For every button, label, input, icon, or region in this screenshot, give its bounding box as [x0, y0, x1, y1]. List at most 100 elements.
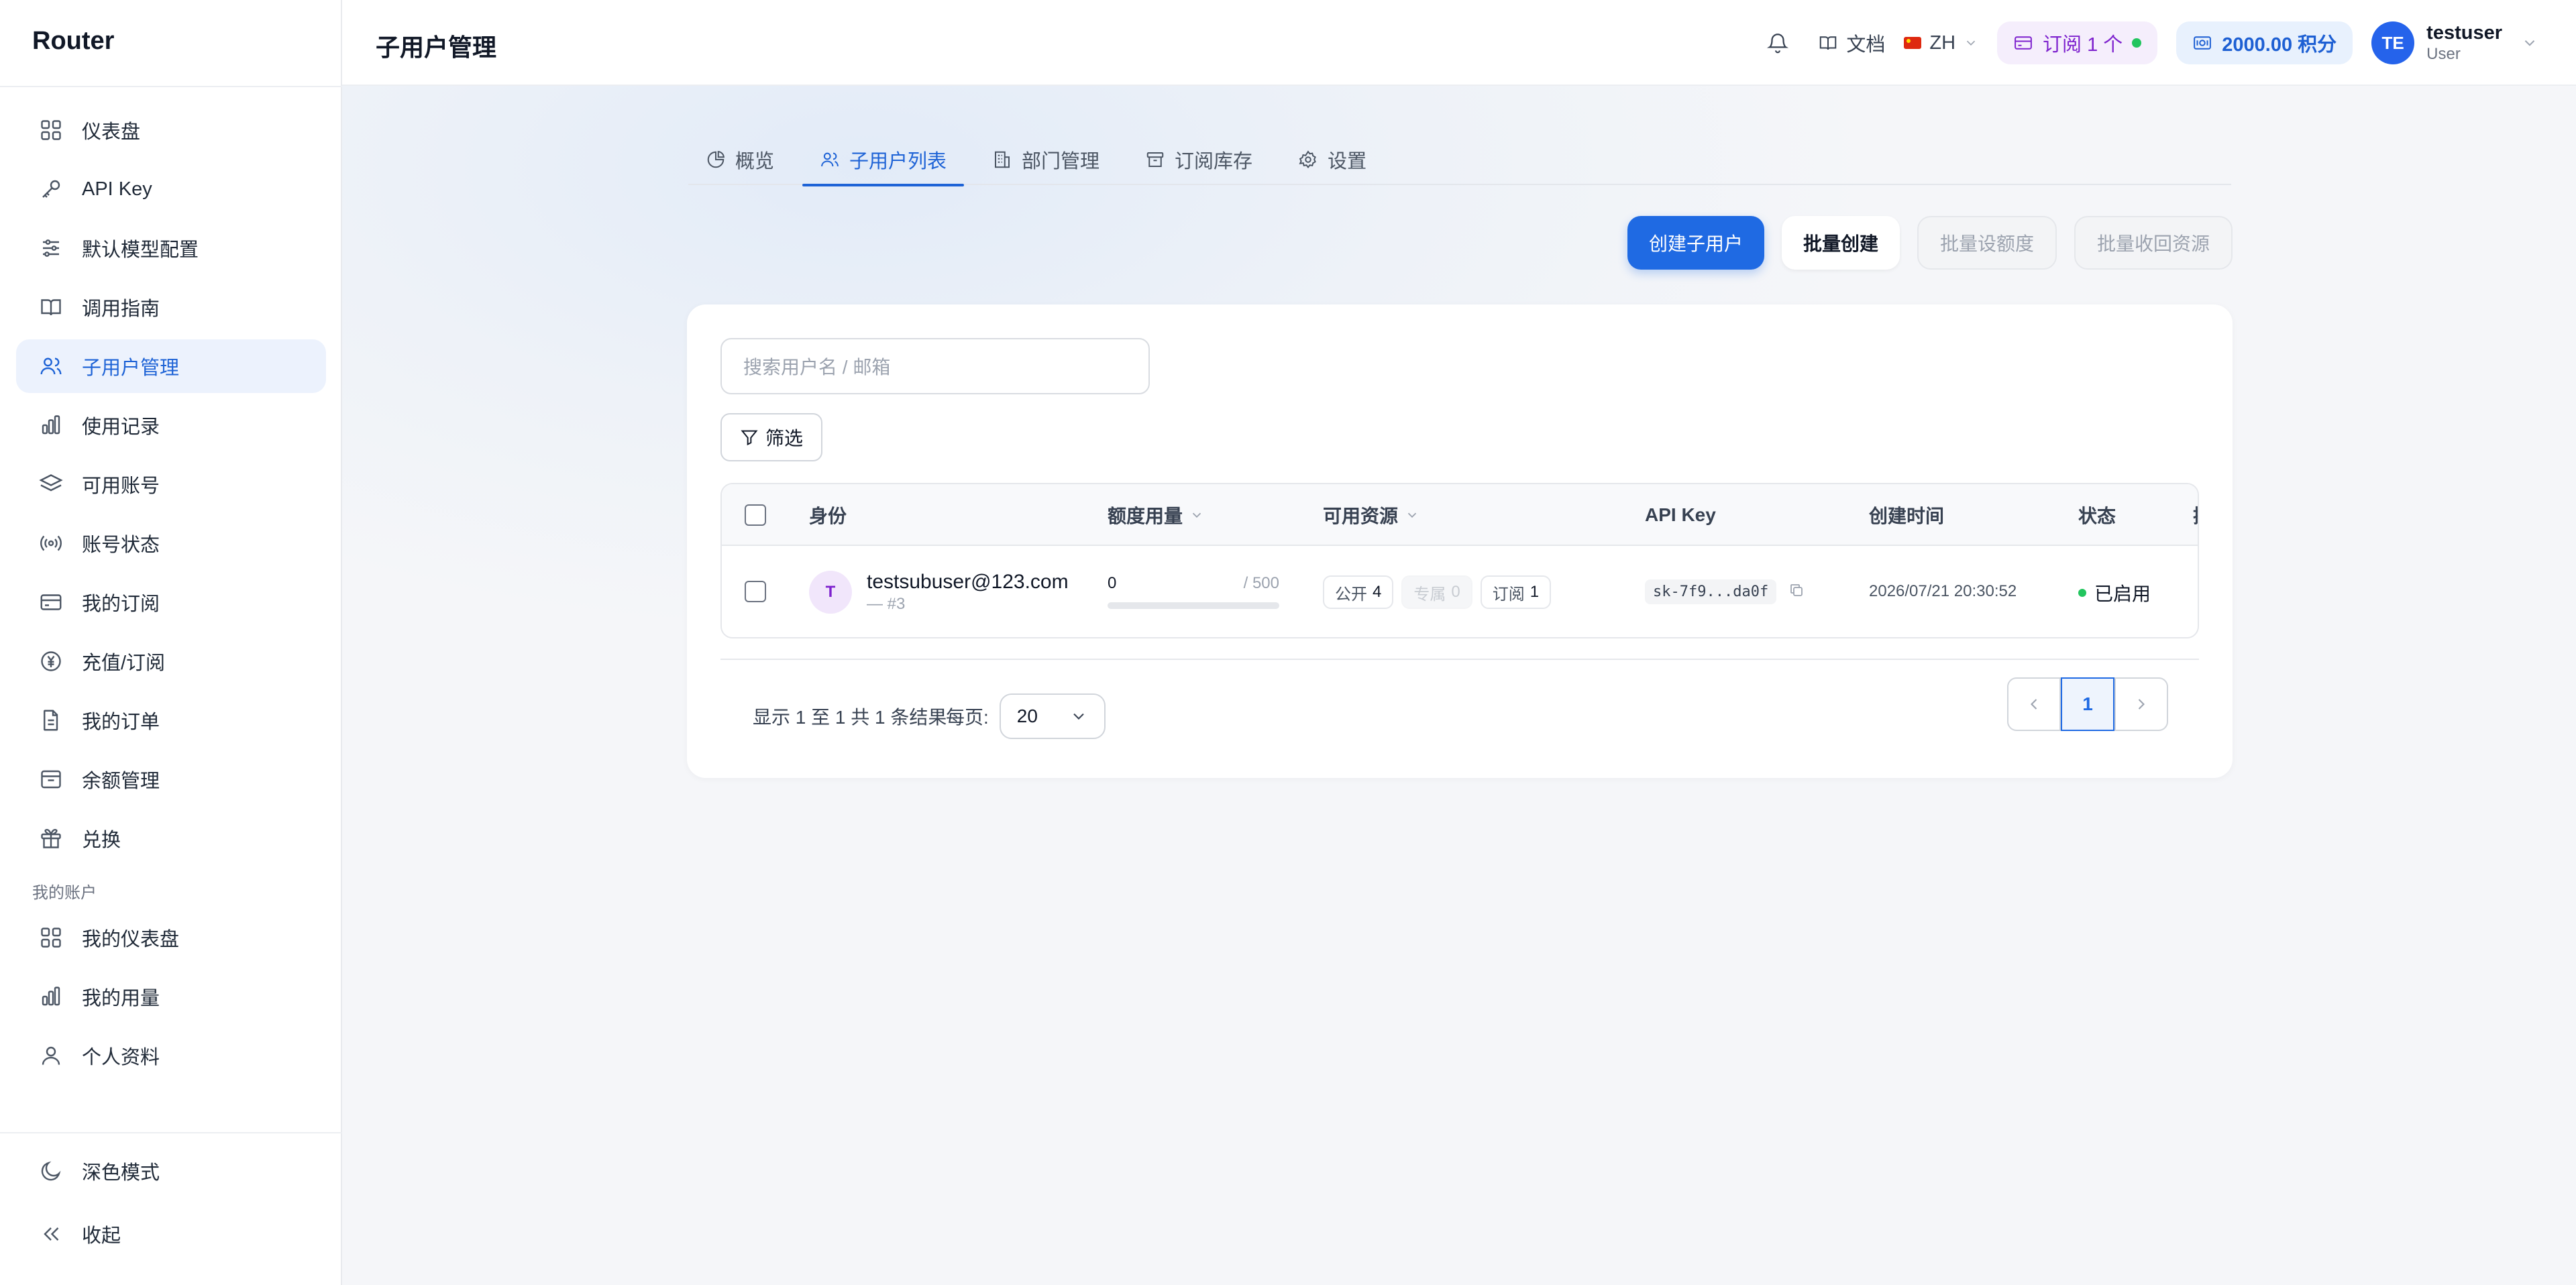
table-header: 身份 额度用量 可用资源 API Key 创建时间 状态 操	[722, 484, 2198, 546]
resource-subscription-chip[interactable]: 订阅 1	[1480, 575, 1552, 609]
chip-count: 0	[1451, 583, 1460, 601]
pagination: 1	[2007, 677, 2168, 731]
identity-cell: T testsubuser@123.com — #3	[809, 570, 1069, 614]
sidebar-item-my-subscription[interactable]: 我的订阅	[16, 575, 326, 629]
user-sub-id: — #3	[867, 595, 906, 613]
next-page-button[interactable]	[2114, 677, 2168, 731]
sidebar-item-orders[interactable]: 我的订单	[16, 693, 326, 747]
col-label: 额度用量	[1108, 506, 1183, 526]
sidebar-item-usage[interactable]: 使用记录	[16, 398, 326, 452]
tab-bar: 概览 子用户列表 部门管理 订阅库存 设置	[688, 134, 2231, 186]
tab-subuser-list[interactable]: 子用户列表	[802, 134, 965, 186]
row-checkbox[interactable]	[745, 581, 766, 602]
tab-overview[interactable]: 概览	[688, 134, 792, 185]
docs-link[interactable]: 文档	[1818, 29, 1885, 57]
table-row[interactable]: T testsubuser@123.com — #3 0 / 500 公开 4 专属…	[722, 546, 2198, 637]
book-icon	[1820, 36, 1837, 50]
points-balance[interactable]: 2000.00 积分	[2176, 21, 2353, 64]
sidebar-item-model-config[interactable]: 默认模型配置	[16, 221, 326, 275]
batch-reclaim-button[interactable]: 批量收回资源	[2074, 216, 2233, 270]
filter-button[interactable]: 筛选	[720, 413, 822, 461]
sidebar-item-account-status[interactable]: 账号状态	[16, 516, 326, 570]
sidebar-item-label: 兑换	[82, 830, 121, 851]
chip-count: 4	[1373, 583, 1382, 601]
tab-label: 概览	[735, 151, 775, 172]
subuser-table: 身份 额度用量 可用资源 API Key 创建时间 状态 操 T testsub…	[720, 483, 2199, 638]
collapse-label: 收起	[82, 1225, 121, 1247]
resource-public-chip[interactable]: 公开 4	[1323, 575, 1394, 609]
sidebar-item-dashboard[interactable]: 仪表盘	[16, 103, 326, 157]
per-page-select[interactable]: 20	[999, 693, 1106, 739]
sidebar-item-guide[interactable]: 调用指南	[16, 280, 326, 334]
row-select-cell	[745, 581, 766, 602]
sidebar-item-label: 账号状态	[82, 535, 160, 556]
sidebar-item-balance[interactable]: 余额管理	[16, 752, 326, 806]
sidebar-item-my-usage[interactable]: 我的用量	[16, 970, 326, 1023]
sidebar-nav: 仪表盘 API Key 默认模型配置 调用指南 子用户管理 使用记录 可用账号	[16, 103, 326, 1088]
sidebar-item-label: 个人资料	[82, 1047, 160, 1068]
user-icon	[42, 1046, 60, 1065]
page-button-current[interactable]: 1	[2061, 677, 2114, 731]
china-flag-icon	[1904, 37, 1922, 49]
sidebar-item-label: 使用记录	[82, 416, 160, 438]
users-icon	[821, 152, 839, 167]
quota-cell: 0 / 500	[1108, 574, 1279, 609]
sidebar-item-my-dashboard[interactable]: 我的仪表盘	[16, 911, 326, 964]
per-page-label: 每页:	[946, 707, 989, 728]
notifications-button[interactable]	[1756, 21, 1799, 64]
quota-used: 0	[1108, 574, 1117, 592]
tab-subscription-inventory[interactable]: 订阅库存	[1128, 134, 1270, 185]
chevron-down-icon	[1966, 40, 1976, 46]
quota-progress-bar	[1108, 602, 1279, 609]
batch-set-quota-button[interactable]: 批量设额度	[1917, 216, 2057, 270]
tab-departments[interactable]: 部门管理	[975, 134, 1117, 185]
sidebar-item-profile[interactable]: 个人资料	[16, 1029, 326, 1082]
sidebar-item-recharge[interactable]: 充值/订阅	[16, 634, 326, 688]
sidebar-footer: 深色模式 收起	[0, 1132, 342, 1270]
col-api-key: API Key	[1645, 504, 1716, 525]
sidebar-item-api-key[interactable]: API Key	[16, 162, 326, 216]
money-icon	[2194, 36, 2212, 50]
sidebar-item-label: 我的用量	[82, 988, 160, 1009]
user-email[interactable]: testsubuser@123.com	[867, 570, 1069, 594]
copy-button[interactable]	[1776, 582, 1805, 602]
chevron-down-icon	[2524, 40, 2535, 46]
sidebar-section-title: 我的账户	[32, 883, 97, 902]
resource-private-chip[interactable]: 专属 0	[1401, 575, 1472, 609]
subscription-label: 订阅 1 个	[2043, 34, 2123, 56]
status-cell: 已启用	[2078, 579, 2151, 606]
chip-label: 订阅	[1492, 585, 1525, 604]
subscription-badge[interactable]: 订阅 1 个	[1997, 21, 2158, 64]
sidebar-item-accounts[interactable]: 可用账号	[16, 457, 326, 511]
status-dot	[2078, 589, 2086, 597]
sidebar-item-label: API Key	[82, 178, 152, 200]
dark-mode-toggle[interactable]: 深色模式	[16, 1144, 326, 1198]
create-subuser-button[interactable]: 创建子用户	[1627, 216, 1764, 270]
sidebar-item-redeem[interactable]: 兑换	[16, 812, 326, 865]
archive-icon	[1146, 152, 1164, 167]
prev-page-button[interactable]	[2007, 677, 2061, 731]
brand-logo[interactable]: Router	[32, 27, 114, 56]
user-name: testuser	[2426, 22, 2502, 44]
sidebar-item-label: 调用指南	[82, 298, 160, 320]
bell-icon	[1767, 34, 1789, 54]
divider	[720, 659, 2199, 660]
col-quota[interactable]: 额度用量	[1108, 484, 1204, 546]
select-all-checkbox[interactable]	[745, 504, 766, 526]
user-menu[interactable]: TE testuser User	[2371, 21, 2538, 64]
language-selector[interactable]: ZH	[1904, 32, 1978, 54]
batch-create-button[interactable]: 批量创建	[1781, 216, 1900, 270]
users-icon	[40, 357, 62, 375]
col-resources[interactable]: 可用资源	[1323, 484, 1419, 546]
collapse-sidebar-button[interactable]: 收起	[16, 1207, 326, 1261]
sidebar-item-subusers[interactable]: 子用户管理	[16, 339, 326, 393]
grid-icon	[41, 928, 61, 948]
status-badge: 已启用	[2094, 583, 2151, 604]
building-icon	[995, 151, 1010, 168]
filter-icon	[741, 430, 758, 446]
col-actions: 操	[2193, 484, 2198, 546]
search-input[interactable]: 搜索用户名 / 邮箱	[720, 338, 1150, 394]
tab-settings[interactable]: 设置	[1281, 134, 1384, 185]
language-label: ZH	[1929, 32, 1956, 54]
top-header: 子用户管理 文档 ZH 订阅 1 个 2000.00 积分 TE testuse…	[342, 0, 2576, 86]
